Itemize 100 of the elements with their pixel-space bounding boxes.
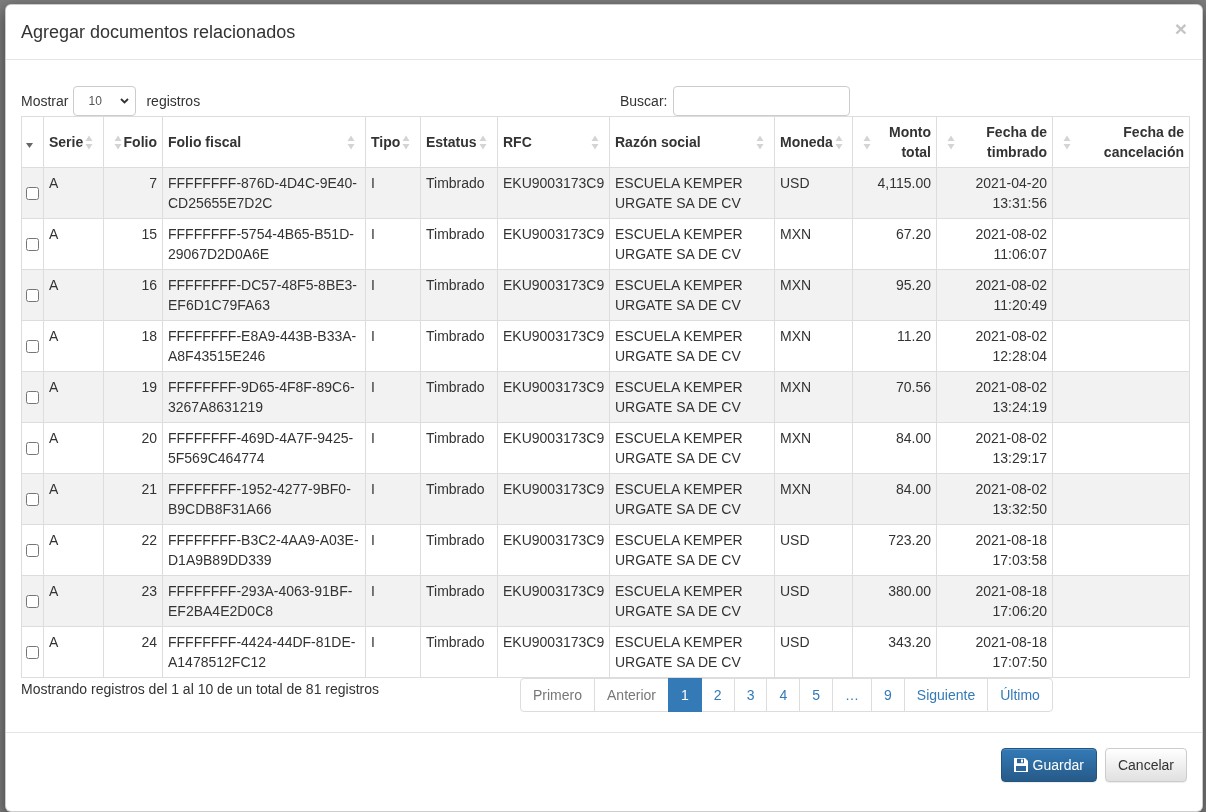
table-cell: ESCUELA KEMPER URGATE SA DE CV (609, 422, 775, 474)
column-header[interactable]: RFC (497, 116, 610, 168)
column-header[interactable]: Tipo (365, 116, 421, 168)
column-header[interactable]: Folio fiscal (162, 116, 366, 168)
chevron-down-icon (120, 98, 130, 104)
table-cell: 2021-08-02 11:20:49 (936, 269, 1053, 321)
table-cell: Timbrado (420, 626, 498, 678)
row-checkbox[interactable] (26, 594, 39, 608)
table-cell: Timbrado (420, 269, 498, 321)
row-checkbox[interactable] (26, 441, 39, 455)
row-checkbox[interactable] (26, 288, 39, 302)
column-header[interactable]: Folio (103, 116, 163, 168)
page-length-select[interactable]: 10 (73, 86, 137, 116)
column-header[interactable]: Fecha de cancelación (1052, 116, 1190, 168)
pagination-link[interactable]: Último (987, 678, 1053, 712)
column-header[interactable]: Estatus (420, 116, 498, 168)
table-cell: Timbrado (420, 371, 498, 423)
table-cell: FFFFFFFF-9D65-4F8F-89C6-3267A8631219 (162, 371, 366, 423)
table-cell: EKU9003173C9 (497, 371, 610, 423)
table-cell: 343.20 (852, 626, 937, 678)
table-cell: FFFFFFFF-1952-4277-9BF0-B9CDB8F31A66 (162, 473, 366, 525)
table-cell: 15 (103, 218, 163, 270)
pagination-link[interactable]: … (832, 678, 873, 712)
table-cell: Timbrado (420, 473, 498, 525)
table-cell: MXN (774, 320, 853, 372)
table-info-text: Mostrando registros del 1 al 10 de un total de 81 registros (21, 680, 380, 699)
row-checkbox[interactable] (26, 237, 39, 251)
row-checkbox[interactable] (26, 339, 39, 353)
table-cell: 24 (103, 626, 163, 678)
table-cell: MXN (774, 422, 853, 474)
column-header[interactable]: Moneda (774, 116, 853, 168)
table-cell: A (43, 626, 104, 678)
table-cell: A (43, 167, 104, 219)
table-cell: ESCUELA KEMPER URGATE SA DE CV (609, 575, 775, 627)
table-cell: 2021-08-02 12:28:04 (936, 320, 1053, 372)
table-cell: 70.56 (852, 371, 937, 423)
table-cell: ESCUELA KEMPER URGATE SA DE CV (609, 269, 775, 321)
table-cell: 2021-08-18 17:07:50 (936, 626, 1053, 678)
row-checkbox[interactable] (26, 186, 39, 200)
column-header[interactable]: Razón social (609, 116, 775, 168)
table-cell: 20 (103, 422, 163, 474)
table-cell: FFFFFFFF-293A-4063-91BF-EF2BA4E2D0C8 (162, 575, 366, 627)
table-cell: FFFFFFFF-4424-44DF-81DE-A1478512FC12 (162, 626, 366, 678)
table-cell: A (43, 473, 104, 525)
table-cell: USD (774, 626, 853, 678)
table-cell: 2021-08-18 17:06:20 (936, 575, 1053, 627)
table-cell: ESCUELA KEMPER URGATE SA DE CV (609, 167, 775, 219)
table-cell: A (43, 575, 104, 627)
table-cell: FFFFFFFF-DC57-48F5-8BE3-EF6D1C79FA63 (162, 269, 366, 321)
pagination-link[interactable]: 9 (871, 678, 905, 712)
search-label: Buscar: (620, 92, 668, 111)
save-button[interactable]: Guardar (1000, 748, 1097, 782)
column-header[interactable]: Monto total (852, 116, 937, 168)
table-cell: Timbrado (420, 320, 498, 372)
table-cell: EKU9003173C9 (497, 524, 610, 576)
table-cell: I (365, 575, 421, 627)
table-cell: EKU9003173C9 (497, 575, 610, 627)
table-cell: 84.00 (852, 473, 937, 525)
table-cell: 2021-08-02 13:24:19 (936, 371, 1053, 423)
pagination-link[interactable]: Siguiente (903, 678, 989, 712)
cancel-button[interactable]: Cancelar (1104, 748, 1187, 782)
table-cell: 21 (103, 473, 163, 525)
table-cell: 380.00 (852, 575, 937, 627)
table-cell: MXN (774, 371, 853, 423)
table-cell: 4,115.00 (852, 167, 937, 219)
pagination-link[interactable]: 4 (766, 678, 801, 712)
pagination-link[interactable]: 3 (733, 678, 768, 712)
table-cell: A (43, 422, 104, 474)
search-field[interactable] (673, 86, 851, 116)
table-cell: EKU9003173C9 (497, 167, 610, 219)
table-cell: I (365, 320, 421, 372)
table-cell: 2021-04-20 13:31:56 (936, 167, 1053, 219)
pagination-link[interactable]: 1 (668, 678, 702, 712)
row-checkbox[interactable] (26, 645, 39, 659)
table-cell: I (365, 371, 421, 423)
table-cell: Timbrado (420, 422, 498, 474)
table-cell: 16 (103, 269, 163, 321)
table-cell: MXN (774, 473, 853, 525)
table-cell: A (43, 269, 104, 321)
table-cell: A (43, 524, 104, 576)
table-cell: 11.20 (852, 320, 937, 372)
column-header[interactable]: Fecha de timbrado (936, 116, 1053, 168)
table-cell: FFFFFFFF-B3C2-4AA9-A03E-D1A9B89DD339 (162, 524, 366, 576)
table-cell: FFFFFFFF-469D-4A7F-9425-5F569C464774 (162, 422, 366, 474)
row-checkbox[interactable] (26, 543, 39, 557)
table-cell: I (365, 626, 421, 678)
table-cell: I (365, 167, 421, 219)
table-cell: 84.00 (852, 422, 937, 474)
pagination-link[interactable]: 2 (700, 678, 735, 712)
table-cell: USD (774, 575, 853, 627)
table-cell: 2021-08-02 11:06:07 (936, 218, 1053, 270)
length-suffix: registros (146, 92, 201, 111)
row-checkbox[interactable] (26, 390, 39, 404)
row-checkbox[interactable] (26, 492, 39, 506)
table-cell: FFFFFFFF-5754-4B65-B51D-29067D2D0A6E (162, 218, 366, 270)
table-cell: I (365, 473, 421, 525)
table-cell: I (365, 524, 421, 576)
table-cell: A (43, 371, 104, 423)
column-header[interactable]: Serie (43, 116, 104, 168)
pagination-link[interactable]: 5 (799, 678, 834, 712)
